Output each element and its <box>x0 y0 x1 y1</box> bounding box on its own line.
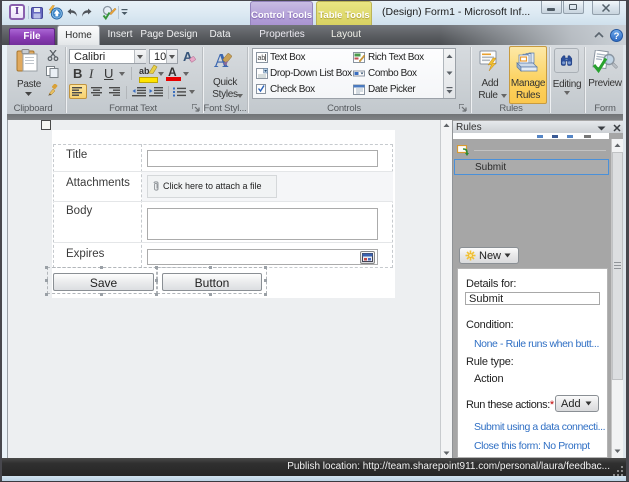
svg-text:ab: ab <box>258 55 266 62</box>
